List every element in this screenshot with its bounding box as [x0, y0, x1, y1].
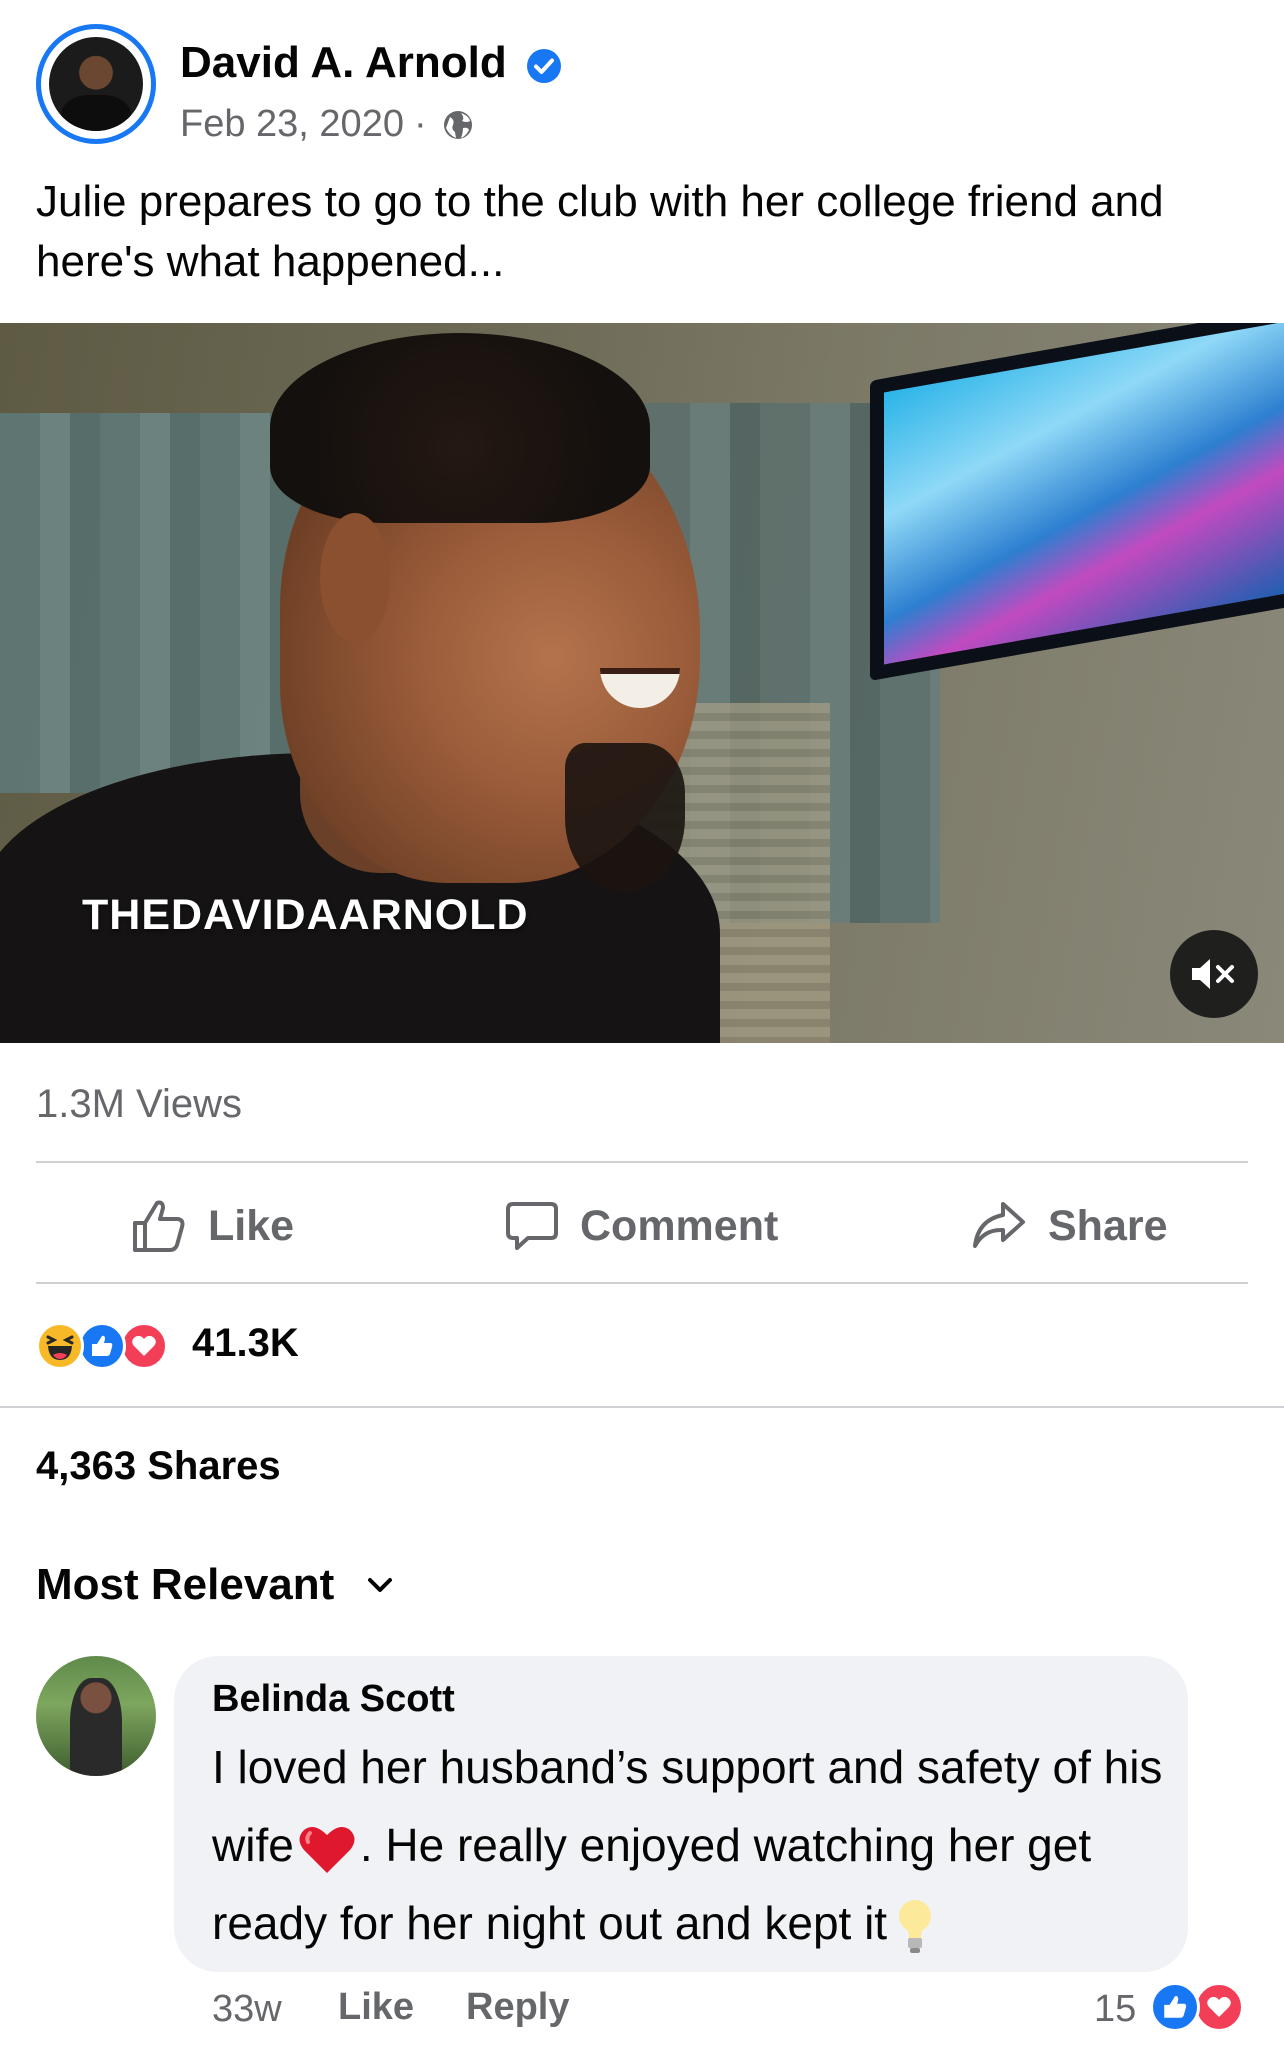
divider [0, 1406, 1284, 1408]
share-count[interactable]: 4,363 Shares [36, 1444, 281, 1489]
share-button[interactable]: Share [970, 1190, 1168, 1262]
divider [36, 1161, 1248, 1163]
video-frame-person-hair [270, 333, 650, 523]
comment-button[interactable]: Comment [504, 1190, 778, 1262]
comment-text: I loved her husband’s support and safety… [212, 1728, 1172, 1962]
comment-button-label: Comment [580, 1201, 779, 1250]
haha-icon [36, 1322, 84, 1370]
comment-like-button[interactable]: Like [338, 1986, 414, 2029]
like-reaction-icon [1150, 1982, 1200, 2032]
comment-reaction-icons[interactable] [1150, 1982, 1244, 2032]
author-name[interactable]: David A. Arnold [180, 38, 507, 88]
comment-reaction-count[interactable]: 15 [1094, 1988, 1136, 2031]
verified-badge-icon [527, 49, 561, 83]
globe-icon [443, 110, 472, 139]
mute-button[interactable] [1170, 930, 1258, 1018]
share-button-label: Share [1048, 1201, 1168, 1250]
light-bulb-emoji-icon [899, 1899, 932, 1953]
comment-timestamp[interactable]: 33w [212, 1988, 282, 2031]
like-button[interactable]: Like [130, 1190, 294, 1262]
love-reaction-icon [120, 1322, 168, 1370]
divider [36, 1282, 1248, 1284]
commenter-name[interactable]: Belinda Scott [212, 1678, 455, 1721]
comment-reply-button[interactable]: Reply [466, 1986, 569, 2029]
share-arrow-icon [973, 1202, 1025, 1248]
video-frame-person-beard [565, 743, 685, 893]
red-heart-emoji-icon [299, 1826, 355, 1873]
love-reaction-icon [1194, 1982, 1244, 2032]
post-date[interactable]: Feb 23, 2020 [180, 103, 404, 146]
speaker-muted-icon [1192, 959, 1234, 989]
post-meta: Feb 23, 2020 · [180, 103, 475, 146]
comment-bubble-icon [506, 1202, 558, 1250]
meta-separator: · [413, 103, 427, 145]
comment-sort-label: Most Relevant [36, 1560, 335, 1609]
video-frame-person-ear [320, 513, 390, 643]
video-watermark: THEDAVIDAARNOLD [82, 891, 529, 939]
like-reaction-icon [78, 1322, 126, 1370]
thumbs-up-icon [133, 1200, 185, 1252]
chevron-down-icon [368, 1578, 393, 1592]
comment-sort-dropdown[interactable]: Most Relevant [36, 1560, 394, 1610]
reaction-icons[interactable] [36, 1320, 168, 1372]
commenter-avatar[interactable] [36, 1656, 156, 1776]
like-button-label: Like [208, 1201, 295, 1250]
video-frame-tv [870, 323, 1284, 681]
reaction-count[interactable]: 41.3K [192, 1321, 299, 1366]
video-player[interactable]: THEDAVIDAARNOLD [0, 323, 1284, 1043]
author-avatar[interactable] [36, 24, 156, 144]
view-count: 1.3M Views [36, 1082, 243, 1126]
post-caption: Julie prepares to go to the club with he… [36, 177, 1164, 286]
